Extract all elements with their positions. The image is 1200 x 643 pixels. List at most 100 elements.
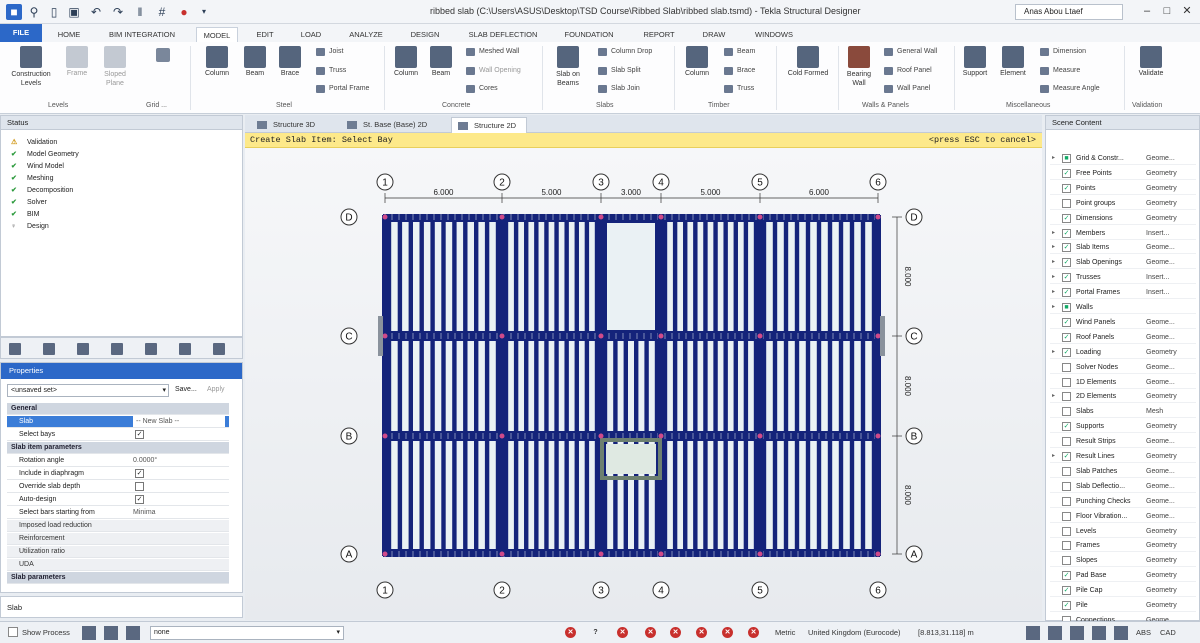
scene-content-row[interactable]: Frames Geometry — [1050, 539, 1196, 553]
scene-content-row[interactable]: Punching Checks Geome... — [1050, 495, 1196, 508]
beam-line[interactable] — [499, 215, 505, 556]
combination-select[interactable]: none ▾ — [150, 626, 344, 640]
search-icon[interactable]: ⚲ — [26, 4, 42, 20]
property-row[interactable]: Auto-design ✓ — [7, 494, 229, 506]
column-node[interactable] — [757, 333, 763, 339]
scene-content-row[interactable]: Slab Deflectio... Geome... — [1050, 480, 1196, 493]
filter-icon[interactable]: ✕ — [696, 627, 707, 638]
snap-settings-icon[interactable] — [1026, 626, 1040, 640]
status-item-model-geometry[interactable]: ✔ Model Geometry — [11, 149, 79, 160]
visibility-checkbox[interactable] — [1062, 377, 1071, 387]
tab-report[interactable]: REPORT — [632, 27, 686, 42]
column-node[interactable] — [757, 214, 763, 220]
support-plate[interactable] — [378, 316, 383, 356]
expand-icon[interactable]: ▸ — [1052, 271, 1055, 284]
visibility-checkbox[interactable] — [1062, 526, 1071, 536]
visibility-checkbox[interactable]: ✓ — [1062, 452, 1071, 461]
tab-base-2d[interactable]: St. Base (Base) 2D — [341, 117, 437, 133]
visibility-checkbox[interactable] — [1062, 496, 1071, 506]
status-item-decomposition[interactable]: ✔ Decomposition — [11, 185, 73, 196]
scene-content-row[interactable]: 1D Elements Geome... — [1050, 376, 1196, 389]
scene-content-row[interactable]: ✓ Dimensions Geometry — [1050, 212, 1196, 225]
new-file-icon[interactable]: ▯ — [46, 4, 62, 20]
snap-icon[interactable] — [104, 626, 118, 640]
polar-icon[interactable] — [1070, 626, 1084, 640]
slab-on-beams-button[interactable]: Slab on Beams — [548, 46, 588, 88]
scene-content-row[interactable]: ▸ ✓ Slab Items Geome... — [1050, 241, 1196, 255]
visibility-checkbox[interactable] — [1062, 466, 1071, 476]
scene-content-row[interactable]: ▸ 2D Elements Geometry — [1050, 390, 1196, 404]
visibility-checkbox[interactable]: ✓ — [1062, 347, 1071, 357]
column-node[interactable] — [875, 214, 881, 220]
element-button[interactable]: Element — [996, 46, 1030, 77]
visibility-checkbox[interactable]: ✓ — [1062, 571, 1071, 581]
tab-windows[interactable]: WINDOWS — [746, 27, 802, 42]
beam-line[interactable] — [875, 215, 881, 556]
steel-brace-button[interactable]: Brace — [274, 46, 306, 77]
meshed-wall-button[interactable]: Meshed Wall — [466, 46, 519, 58]
concrete-beam-button[interactable]: Beam — [426, 46, 456, 77]
column-node[interactable] — [757, 551, 763, 557]
sloped-plane-button[interactable]: Sloped Plane — [96, 46, 134, 88]
visibility-checkbox[interactable]: ✓ — [1062, 422, 1071, 432]
visibility-checkbox[interactable] — [1062, 437, 1071, 447]
status-item-solver[interactable]: ✔ Solver — [11, 197, 47, 208]
beam-line[interactable] — [383, 214, 880, 220]
tab-draw[interactable]: DRAW — [694, 27, 734, 42]
property-row[interactable]: Reinforcement — [7, 533, 229, 545]
column-node[interactable] — [598, 333, 604, 339]
scene-content-row[interactable]: Levels Geometry — [1050, 525, 1196, 538]
column-node[interactable] — [382, 333, 388, 339]
column-node[interactable] — [382, 433, 388, 439]
tab-analyze[interactable]: ANALYZE — [340, 27, 392, 42]
beam-line[interactable] — [383, 333, 880, 339]
column-node[interactable] — [499, 333, 505, 339]
scene-content-row[interactable]: ✓ Pad Base Geometry — [1050, 569, 1196, 583]
visibility-checkbox[interactable] — [1062, 541, 1071, 551]
close-button[interactable]: ✕ — [1180, 4, 1194, 18]
beam-line[interactable] — [757, 215, 763, 556]
scene-content-row[interactable]: ✓ Pile Cap Geometry — [1050, 584, 1196, 598]
expand-icon[interactable]: ▸ — [1052, 227, 1055, 240]
scene-content-row[interactable]: ▸ ✓ Trusses Insert... — [1050, 271, 1196, 285]
scene-content-row[interactable]: ✓ Free Points Geometry — [1050, 167, 1196, 180]
expand-icon[interactable]: ▸ — [1052, 450, 1055, 463]
column-node[interactable] — [499, 433, 505, 439]
scene-content-row[interactable]: Solver Nodes Geome... — [1050, 361, 1196, 374]
expand-icon[interactable]: ▸ — [1052, 286, 1055, 299]
filter-icon[interactable]: ✕ — [617, 627, 628, 638]
timber-beam-button[interactable]: Beam — [724, 46, 755, 58]
help-icon[interactable]: ? — [590, 627, 601, 638]
visibility-checkbox[interactable]: ✓ — [1062, 586, 1071, 596]
slab-join-button[interactable]: Slab Join — [598, 83, 640, 95]
beam-line[interactable] — [382, 215, 388, 556]
tab-file[interactable]: FILE — [0, 24, 42, 42]
property-value[interactable]: 0.0000° — [133, 455, 157, 467]
timber-brace-button[interactable]: Brace — [724, 65, 755, 77]
expand-icon[interactable]: ▸ — [1052, 390, 1055, 403]
scene-content-row[interactable]: Slabs Mesh — [1050, 405, 1196, 419]
measure-angle-button[interactable]: Measure Angle — [1040, 83, 1100, 95]
visibility-checkbox[interactable]: ✓ — [1062, 258, 1071, 268]
validate-button[interactable]: Validate — [1130, 46, 1172, 77]
scene-content-row[interactable]: ▸ ✓ Loading Geometry — [1050, 346, 1196, 359]
analysis-icon[interactable] — [77, 343, 89, 355]
slab-opening[interactable] — [607, 223, 655, 330]
property-checkbox[interactable]: ✓ — [135, 469, 144, 478]
slab-split-button[interactable]: Slab Split — [598, 65, 641, 77]
tab-home[interactable]: HOME — [50, 27, 88, 42]
cold-formed-button[interactable]: Cold Formed — [782, 46, 834, 77]
column-node[interactable] — [658, 551, 664, 557]
scene-content-row[interactable]: ▸ ✓ Portal Frames Insert... — [1050, 286, 1196, 300]
grid-icon[interactable]: # — [154, 4, 170, 20]
column-node[interactable] — [499, 551, 505, 557]
column-node[interactable] — [382, 551, 388, 557]
ortho-icon[interactable] — [1048, 626, 1062, 640]
steel-column-button[interactable]: Column — [200, 46, 234, 77]
filter-icon[interactable]: ✕ — [748, 627, 759, 638]
app-logo-icon[interactable]: ■ — [6, 4, 22, 20]
visibility-checkbox[interactable] — [1062, 392, 1071, 402]
scene-content-row[interactable]: ▸ ✓ Slab Openings Geome... — [1050, 256, 1196, 270]
tab-model[interactable]: MODEL — [196, 27, 238, 42]
expand-icon[interactable]: ▸ — [1052, 256, 1055, 269]
